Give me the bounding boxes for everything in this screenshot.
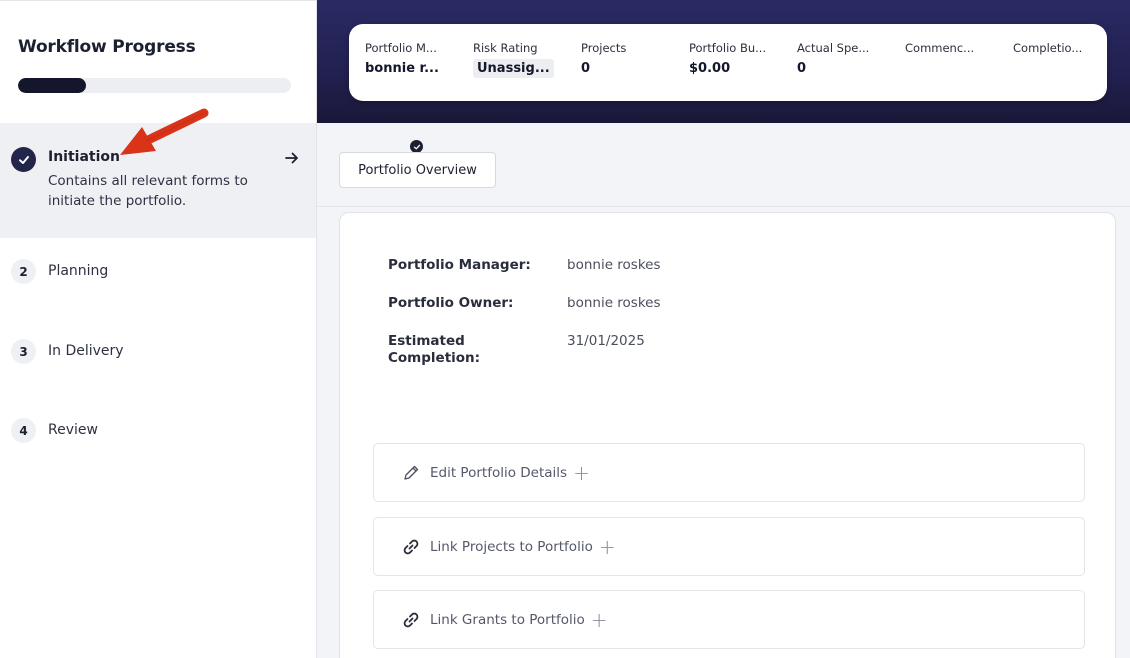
step-label: Review xyxy=(48,422,98,438)
stat-actual-spend: Actual Spe... 0 xyxy=(797,41,889,76)
stat-portfolio-budget: Portfolio Bu... $0.00 xyxy=(689,41,781,76)
step-number: 4 xyxy=(11,418,36,443)
stat-portfolio-manager: Portfolio M... bonnie r... xyxy=(365,41,457,76)
stat-value: 0 xyxy=(797,61,807,76)
stat-commencement: Commenc... xyxy=(905,41,997,61)
tab-bar: Portfolio Overview xyxy=(317,123,1130,207)
workflow-progress-bar xyxy=(18,78,291,93)
stat-completion: Completio... xyxy=(1013,41,1105,61)
edit-portfolio-details-button[interactable]: Edit Portfolio Details + xyxy=(373,443,1085,502)
detail-label: Estimated Completion: xyxy=(388,333,481,366)
detail-label: Portfolio Manager: xyxy=(388,257,531,273)
stat-value: 0 xyxy=(581,61,591,76)
pencil-icon xyxy=(404,465,419,480)
stat-value: Unassig... xyxy=(473,59,554,78)
workflow-progress-fill xyxy=(18,78,87,93)
action-label: Edit Portfolio Details xyxy=(430,464,568,481)
detail-value: 31/01/2025 xyxy=(567,333,645,349)
portfolio-summary-card: Portfolio M... bonnie r... Risk Rating U… xyxy=(349,24,1107,101)
step-planning[interactable]: 2 Planning xyxy=(0,259,316,289)
workflow-sidebar: Workflow Progress Initiation Contains al… xyxy=(0,0,316,658)
plus-icon: + xyxy=(573,460,590,485)
stat-value: $0.00 xyxy=(689,61,731,76)
workflow-title: Workflow Progress xyxy=(18,37,196,57)
action-label: Link Projects to Portfolio xyxy=(430,538,593,555)
step-in-delivery[interactable]: 3 In Delivery xyxy=(0,339,316,369)
step-review[interactable]: 4 Review xyxy=(0,418,316,448)
stat-label: Commenc... xyxy=(905,41,975,55)
step-description: Contains all relevant forms to initiate … xyxy=(48,173,248,209)
step-label: Initiation xyxy=(48,149,120,165)
detail-value: bonnie roskes xyxy=(567,295,661,311)
stat-label: Completio... xyxy=(1013,41,1083,55)
detail-value: bonnie roskes xyxy=(567,257,661,273)
step-label: In Delivery xyxy=(48,343,124,359)
stat-label: Risk Rating xyxy=(473,41,538,55)
action-label: Link Grants to Portfolio xyxy=(430,611,585,628)
stat-label: Portfolio M... xyxy=(365,41,437,55)
step-number: 2 xyxy=(11,259,36,284)
main-panel: Portfolio M... bonnie r... Risk Rating U… xyxy=(316,0,1130,658)
summary-banner: Portfolio M... bonnie r... Risk Rating U… xyxy=(317,0,1130,123)
step-initiation[interactable]: Initiation Contains all relevant forms t… xyxy=(0,123,316,238)
stat-label: Portfolio Bu... xyxy=(689,41,767,55)
link-icon xyxy=(403,539,419,554)
link-projects-button[interactable]: Link Projects to Portfolio + xyxy=(373,517,1085,576)
stat-risk-rating: Risk Rating Unassig... xyxy=(473,41,565,78)
link-icon xyxy=(403,612,419,627)
plus-icon: + xyxy=(598,534,616,559)
stat-label: Actual Spe... xyxy=(797,41,870,55)
arrow-right-icon[interactable] xyxy=(283,149,301,167)
stat-projects: Projects 0 xyxy=(581,41,673,76)
stat-value: bonnie r... xyxy=(365,61,439,76)
detail-label: Portfolio Owner: xyxy=(388,295,514,311)
stat-label: Projects xyxy=(581,41,627,55)
step-label: Planning xyxy=(48,263,109,279)
plus-icon: + xyxy=(590,607,608,632)
step-number: 3 xyxy=(11,339,36,364)
tab-portfolio-overview[interactable]: Portfolio Overview xyxy=(339,152,496,188)
portfolio-overview-card: Portfolio Manager: bonnie roskes Portfol… xyxy=(339,212,1116,658)
check-icon xyxy=(11,147,36,172)
link-grants-button[interactable]: Link Grants to Portfolio + xyxy=(373,590,1085,649)
